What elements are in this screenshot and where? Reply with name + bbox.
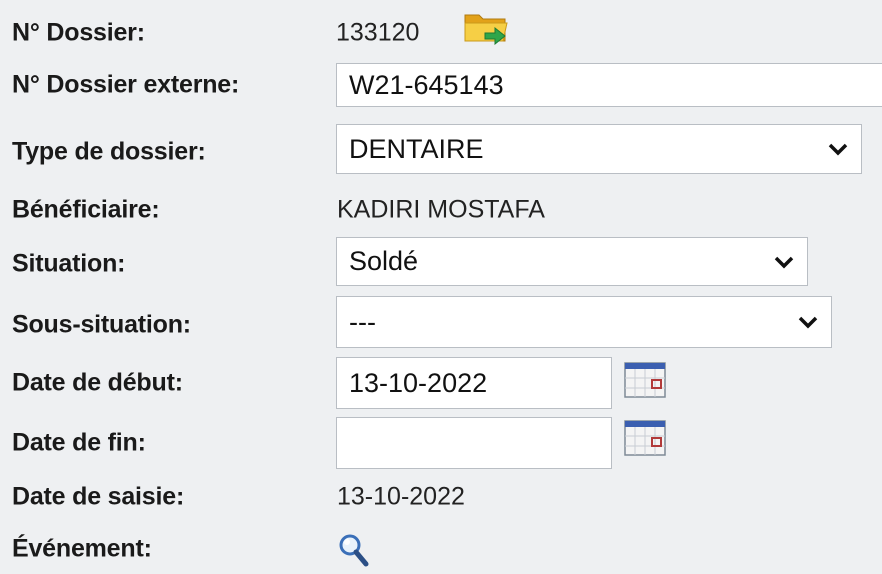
date-fin-label: Date de fin: [12, 428, 146, 457]
calendar-icon[interactable] [624, 362, 666, 398]
dossier-form: N° Dossier: 133120 N° Dossier externe: W… [0, 0, 882, 574]
dossier-externe-label: N° Dossier externe: [12, 70, 240, 99]
beneficiaire-label: Bénéficiaire: [12, 195, 160, 224]
magnifier-icon[interactable] [333, 533, 381, 569]
sous-situation-selected: --- [349, 306, 376, 337]
dossier-externe-value: W21-645143 [349, 69, 504, 100]
situation-label: Situation: [12, 249, 126, 278]
situation-selected: Soldé [349, 246, 419, 276]
date-debut-input[interactable]: 13-10-2022 [336, 357, 612, 409]
situation-select[interactable]: Soldé [336, 237, 808, 286]
chevron-down-icon [827, 138, 849, 160]
calendar-icon[interactable] [624, 420, 666, 456]
dossier-externe-input[interactable]: W21-645143 [336, 63, 882, 107]
chevron-down-icon [773, 251, 795, 273]
row-date-saisie: Date de saisie: 13-10-2022 [0, 472, 882, 522]
dossier-no-value: 133120 [336, 18, 420, 47]
type-dossier-selected: DENTAIRE [349, 133, 484, 164]
date-fin-input[interactable] [336, 417, 612, 469]
folder-open-icon[interactable] [463, 9, 511, 45]
date-saisie-label: Date de saisie: [12, 482, 185, 511]
date-saisie-value: 13-10-2022 [337, 482, 465, 511]
sous-situation-label: Sous-situation: [12, 310, 191, 339]
type-dossier-label: Type de dossier: [12, 137, 206, 166]
type-dossier-select[interactable]: DENTAIRE [336, 124, 862, 174]
date-debut-label: Date de début: [12, 368, 183, 397]
chevron-down-icon [797, 311, 819, 333]
row-evenement: Événement: [0, 524, 882, 574]
evenement-label: Événement: [12, 534, 152, 563]
dossier-no-label: N° Dossier: [12, 18, 145, 47]
sous-situation-select[interactable]: --- [336, 296, 832, 348]
row-beneficiaire: Bénéficiaire: KADIRI MOSTAFA [0, 185, 882, 235]
row-dossier-no: N° Dossier: 133120 [0, 8, 882, 58]
beneficiaire-value: KADIRI MOSTAFA [337, 195, 545, 224]
date-debut-value: 13-10-2022 [349, 367, 488, 398]
